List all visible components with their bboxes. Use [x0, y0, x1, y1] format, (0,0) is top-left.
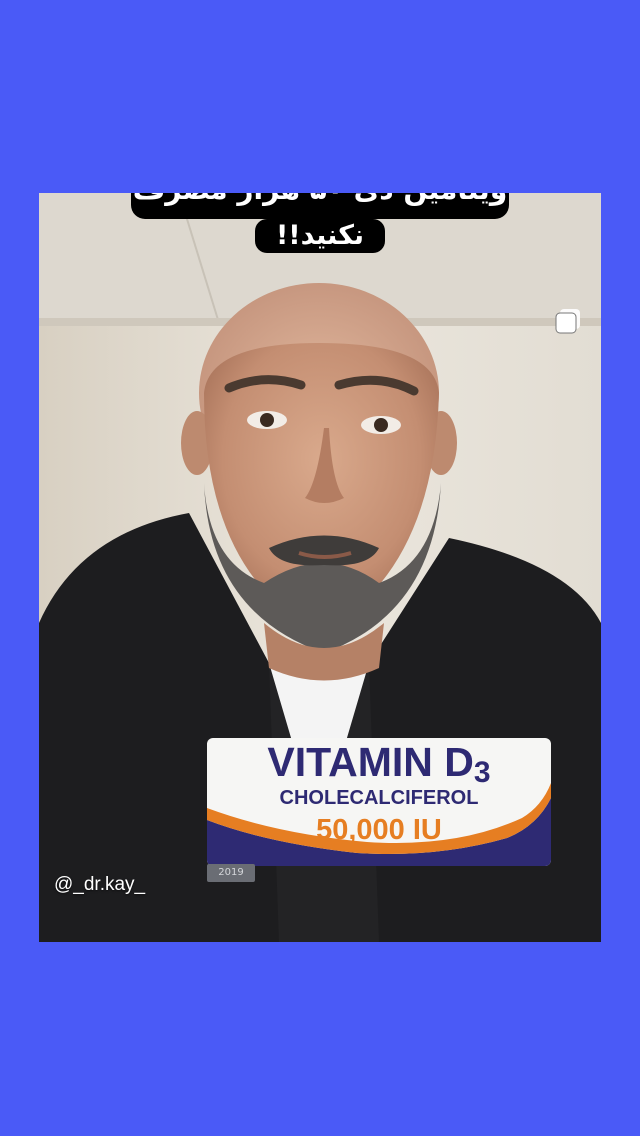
caption-line-2: نکنید!!: [255, 219, 385, 253]
story-frame[interactable]: ویتامین دی ۵۰ هزار مصرف نکنید!! VITAMIN …: [39, 193, 601, 942]
stacked-squares-icon[interactable]: [554, 307, 582, 335]
caption-line-1: ویتامین دی ۵۰ هزار مصرف: [131, 193, 509, 219]
product-label-card: VITAMIN D3 CHOLECALCIFEROL 50,000 IU: [207, 738, 551, 866]
small-tag: 2019: [207, 864, 255, 882]
product-subtitle: CHOLECALCIFEROL: [279, 787, 479, 809]
user-handle[interactable]: @_dr.kay_: [54, 874, 145, 896]
product-dose: 50,000 IU: [316, 814, 442, 846]
